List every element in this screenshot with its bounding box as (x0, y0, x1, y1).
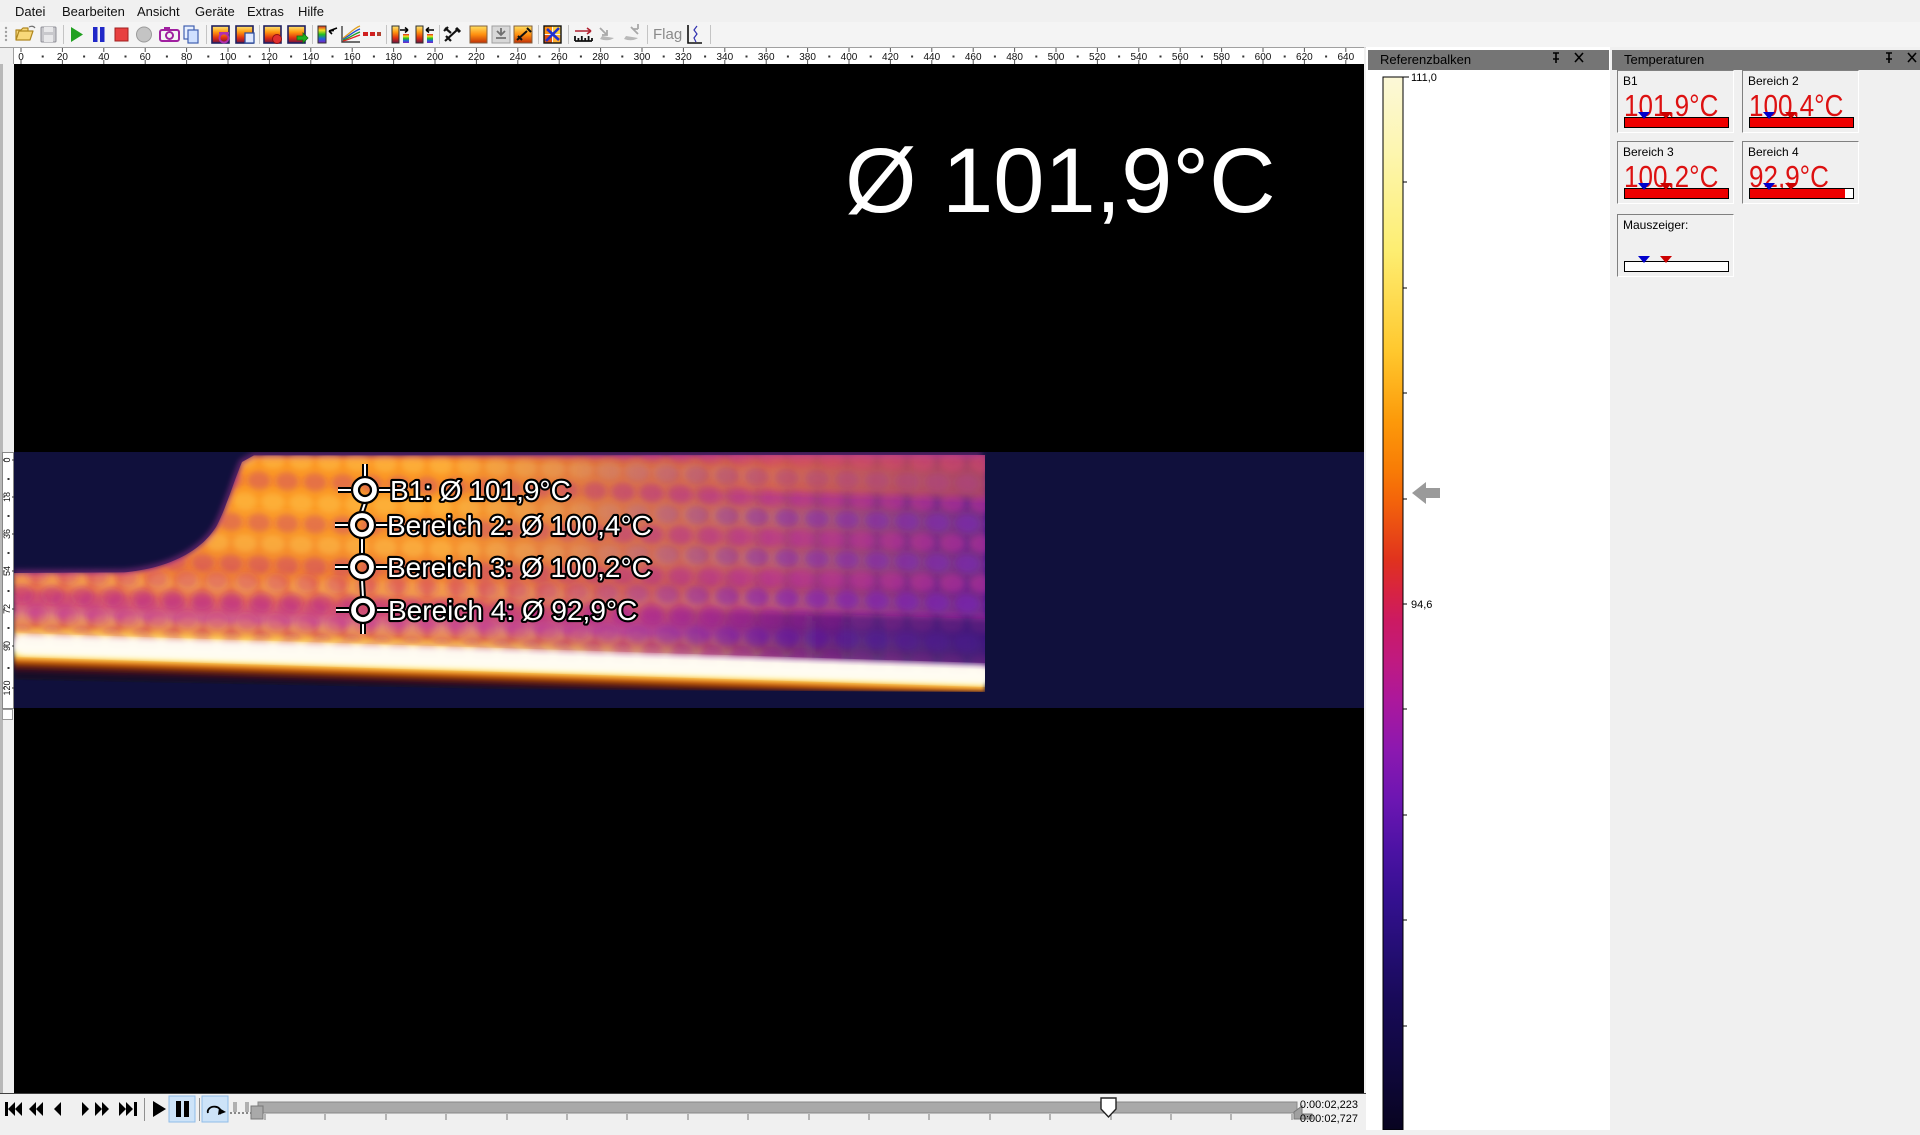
svg-text:220: 220 (468, 52, 485, 63)
svg-text:500: 500 (1048, 52, 1065, 63)
svg-text:280: 280 (592, 52, 609, 63)
svg-text:580: 580 (1213, 52, 1230, 63)
svg-text:300: 300 (634, 52, 651, 63)
svg-text:560: 560 (1172, 52, 1189, 63)
svg-text:120: 120 (261, 52, 278, 63)
svg-text:620: 620 (1296, 52, 1313, 63)
svg-text:18: 18 (3, 492, 12, 502)
svg-text:640: 640 (1337, 52, 1354, 63)
svg-text:160: 160 (344, 52, 361, 63)
svg-text:Bereich 4: Ø 92,9°C: Bereich 4: Ø 92,9°C (388, 595, 637, 626)
svg-text:600: 600 (1255, 52, 1272, 63)
svg-text:0:00:02,223: 0:00:02,223 (1300, 1099, 1358, 1111)
svg-text:260: 260 (551, 52, 568, 63)
svg-text:120: 120 (3, 680, 12, 695)
svg-text:100: 100 (220, 52, 237, 63)
svg-text:Bereich 2: Ø 100,4°C: Bereich 2: Ø 100,4°C (387, 510, 652, 541)
svg-text:111,0: 111,0 (1411, 72, 1437, 84)
svg-text:60: 60 (140, 52, 152, 63)
svg-text:40: 40 (98, 52, 110, 63)
svg-text:80: 80 (181, 52, 193, 63)
svg-text:20: 20 (57, 52, 69, 63)
svg-text:94,6: 94,6 (1411, 599, 1432, 611)
svg-text:0: 0 (3, 457, 12, 462)
svg-text:36: 36 (3, 529, 12, 539)
svg-text:180: 180 (385, 52, 402, 63)
svg-text:520: 520 (1089, 52, 1106, 63)
svg-text:440: 440 (923, 52, 940, 63)
svg-text:420: 420 (882, 52, 899, 63)
svg-text:240: 240 (509, 52, 526, 63)
svg-text:Ø 101,9°C: Ø 101,9°C (845, 130, 1276, 232)
svg-text:0:00:02,727: 0:00:02,727 (1300, 1113, 1358, 1125)
svg-text:72: 72 (3, 604, 12, 614)
svg-text:480: 480 (1006, 52, 1023, 63)
svg-text:340: 340 (716, 52, 733, 63)
svg-text:Flag: Flag (653, 26, 682, 43)
svg-text:Bereich 3: Ø 100,2°C: Bereich 3: Ø 100,2°C (387, 552, 652, 583)
svg-text:400: 400 (841, 52, 858, 63)
svg-text:B1: Ø 101,9°C: B1: Ø 101,9°C (390, 475, 571, 506)
svg-text:540: 540 (1130, 52, 1147, 63)
svg-text:54: 54 (3, 566, 12, 576)
svg-text:460: 460 (965, 52, 982, 63)
svg-text:320: 320 (675, 52, 692, 63)
svg-text:360: 360 (758, 52, 775, 63)
svg-text:380: 380 (799, 52, 816, 63)
svg-text:90: 90 (3, 641, 12, 651)
svg-text:140: 140 (302, 52, 319, 63)
svg-text:0: 0 (18, 52, 24, 63)
svg-text:200: 200 (427, 52, 444, 63)
